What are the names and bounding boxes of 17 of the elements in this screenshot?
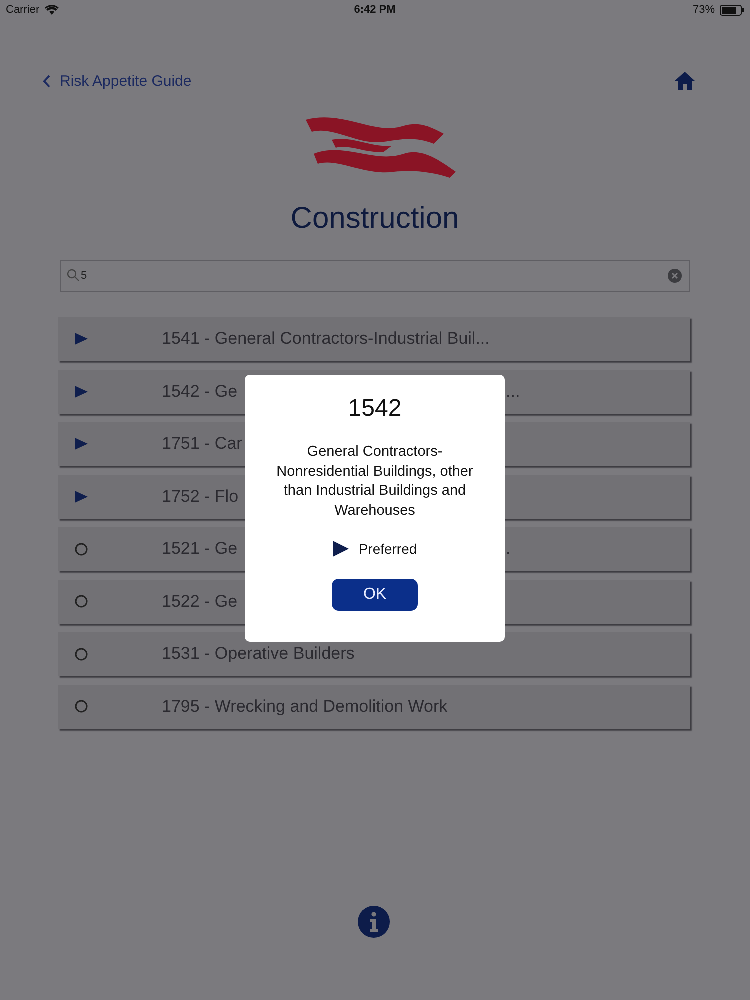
page-title: Construction bbox=[290, 202, 460, 236]
dialog-message: General Contractors-Nonresidential Buildings, other than Industrial Buildings and Warehouses bbox=[276, 443, 474, 520]
row-label: 1795 - Wrecking and Demolition Work bbox=[162, 696, 448, 716]
row-label: 1541 - General Contractors-Industrial Buil... bbox=[162, 329, 490, 349]
row-label: 1752 - Flo bbox=[162, 486, 239, 506]
legend-label: Preferred bbox=[358, 541, 418, 557]
row-label: . bbox=[506, 539, 511, 559]
carrier-label: Carrier bbox=[6, 4, 40, 16]
row-label: 1521 - Ge bbox=[162, 539, 238, 559]
row-label: 1522 - Ge bbox=[162, 592, 238, 612]
dialog-title: 1542 bbox=[348, 395, 402, 423]
row-label: ... bbox=[506, 382, 520, 402]
row-label: 1531 - Operative Builders bbox=[162, 644, 355, 664]
row-label: 1751 - Car bbox=[162, 434, 242, 454]
time-label: 6:42 PM bbox=[354, 4, 396, 16]
row-label: 1542 - Ge bbox=[162, 382, 238, 402]
battery-label: 73% bbox=[692, 4, 715, 16]
